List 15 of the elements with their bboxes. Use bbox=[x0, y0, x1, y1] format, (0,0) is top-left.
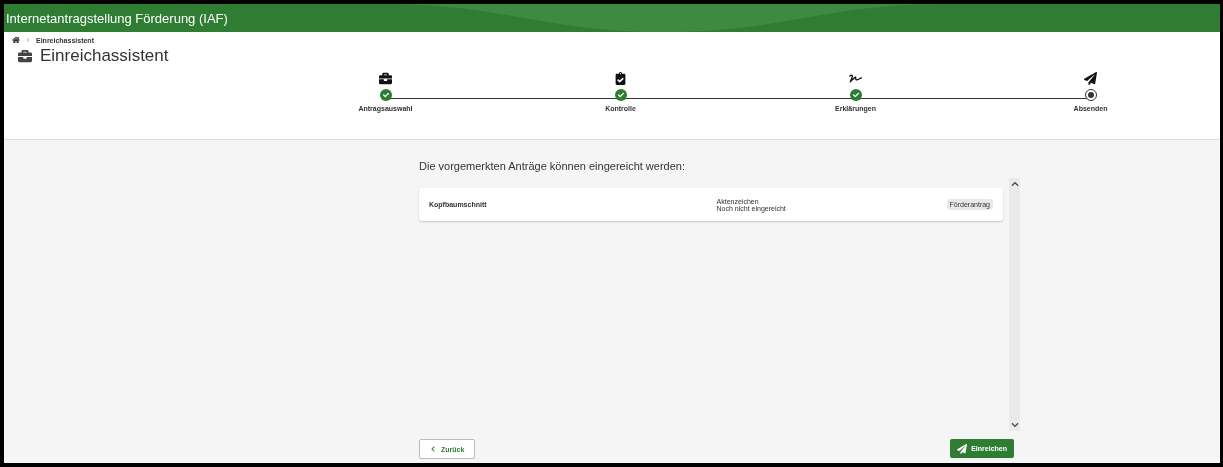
chevron-left-icon bbox=[430, 446, 436, 452]
scroll-down-icon[interactable] bbox=[1010, 421, 1019, 429]
briefcase-icon bbox=[18, 49, 32, 63]
send-icon bbox=[1084, 72, 1097, 85]
scroll-up-icon[interactable] bbox=[1010, 180, 1019, 188]
scrollbar[interactable] bbox=[1009, 178, 1020, 431]
page-title: Einreichassistent bbox=[40, 46, 169, 66]
send-icon bbox=[957, 443, 968, 454]
chevron-icon bbox=[26, 38, 30, 42]
app-title: Internetantragstellung Förderung (IAF) bbox=[5, 10, 228, 26]
pen-icon bbox=[849, 72, 862, 85]
intro-text: Die vorgemerkten Anträge können eingereicht werden: bbox=[419, 160, 686, 172]
home-icon[interactable] bbox=[12, 36, 20, 44]
briefcase-icon bbox=[379, 72, 392, 85]
clipboard-check-icon bbox=[614, 72, 627, 85]
